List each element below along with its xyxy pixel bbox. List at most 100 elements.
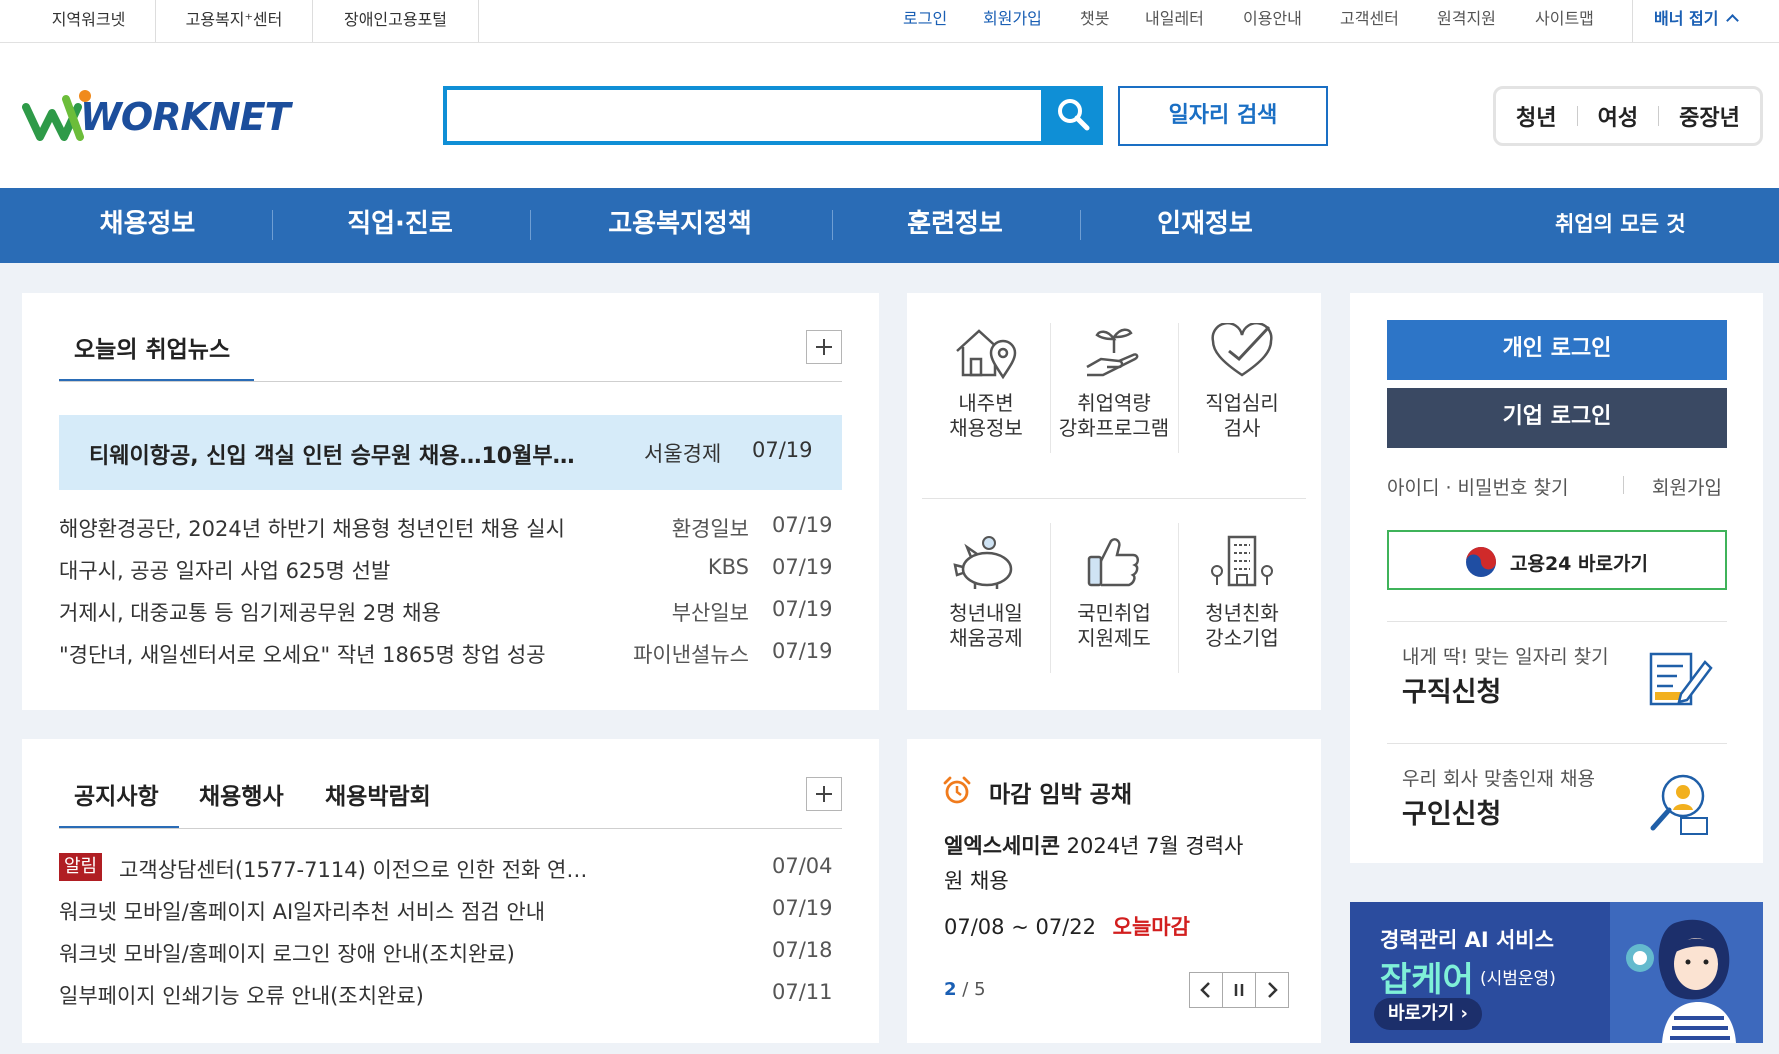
nav-all-jobs[interactable]: 취업의 모든 것	[1555, 188, 1686, 263]
news-date: 07/19	[772, 639, 833, 663]
quick-link-label: 청년친화 강소기업	[1205, 601, 1279, 650]
tab-hiring-events[interactable]: 채용행사	[199, 777, 284, 811]
customer-center-link[interactable]: 고객센터	[1340, 0, 1399, 42]
tab-notice[interactable]: 공지사항	[74, 777, 159, 811]
quick-link-youth-friendly-company[interactable]: 청년친화 강소기업	[1178, 533, 1306, 673]
tab-job-fair[interactable]: 채용박람회	[325, 777, 431, 811]
nav-career[interactable]: 직업·진로	[290, 188, 510, 263]
news-title: 해양환경공단, 2024년 하반기 채용형 청년인턴 채용 실시	[59, 517, 565, 541]
news-date: 07/19	[772, 597, 833, 621]
job-offer-apply-link[interactable]: 우리 회사 맞춤인재 채용 구인신청	[1387, 760, 1727, 860]
banner-cta-button[interactable]: 바로가기 ›	[1374, 998, 1482, 1030]
banner-toggle-label: 배너 접기	[1654, 9, 1719, 28]
deadline-job-text: 엘엑스세미콘 2024년 7월 경력사 원 채용	[944, 829, 1284, 899]
remote-support-link[interactable]: 원격지원	[1437, 0, 1496, 42]
group-youth-link[interactable]: 청년	[1516, 100, 1556, 132]
notice-item[interactable]: 워크넷 모바일/홈페이지 AI일자리추천 서비스 점검 안내 07/19	[59, 896, 842, 928]
prev-button[interactable]	[1189, 972, 1223, 1008]
corporate-login-button[interactable]: 기업 로그인	[1387, 388, 1727, 448]
divider	[1576, 106, 1578, 126]
signup-link-panel[interactable]: 회원가입	[1652, 473, 1722, 500]
quick-link-label: 청년내일 채움공제	[949, 601, 1023, 650]
featured-news-item[interactable]: 티웨이항공, 신입 객실 인턴 승무원 채용…10월부… 서울경제 07/19	[59, 415, 842, 490]
chevron-left-icon	[1200, 982, 1210, 998]
login-link[interactable]: 로그인	[903, 0, 947, 42]
news-source: 환경일보	[671, 517, 749, 541]
quick-link-label: 직업심리 검사	[1205, 391, 1279, 440]
news-item[interactable]: 거제시, 대중교통 등 임기제공무원 2명 채용 부산일보 07/19	[59, 597, 842, 627]
ai-jobcare-banner[interactable]: 경력관리 AI 서비스 잡케어 (시범운영) 바로가기 ›	[1350, 902, 1763, 1043]
signup-link[interactable]: 회원가입	[983, 0, 1042, 42]
chevron-right-icon	[1268, 982, 1278, 998]
deadline-title: 마감 임박 공채	[989, 782, 1132, 808]
quick-link-aptitude-test[interactable]: 직업심리 검사	[1178, 323, 1306, 463]
news-tab[interactable]: 오늘의 취업뉴스	[74, 330, 230, 364]
thumbs-up-icon	[1087, 538, 1139, 587]
notice-title: 일부페이지 인쇄기능 오류 안내(조치완료)	[59, 984, 424, 1008]
chevron-up-icon	[1726, 14, 1740, 27]
news-title: "경단녀, 새일센터서로 오세요" 작년 1865명 창업 성공	[59, 643, 546, 667]
banner-cta-label: 바로가기	[1388, 1003, 1455, 1024]
banner-toggle-button[interactable]: 배너 접기	[1632, 0, 1778, 42]
deadline-status: 오늘마감	[1112, 915, 1190, 939]
job-search-button[interactable]: 일자리 검색	[1118, 86, 1328, 146]
nav-welfare-policy[interactable]: 고용복지정책	[560, 188, 800, 263]
site-link-disabled-employment[interactable]: 장애인고용포털	[313, 0, 479, 42]
divider	[1658, 106, 1660, 126]
chatbot-link[interactable]: 챗봇	[1080, 0, 1109, 42]
login-panel: 개인 로그인 기업 로그인 아이디 · 비밀번호 찾기 회원가입 고용24 바로…	[1350, 293, 1763, 863]
nav-divider	[832, 210, 833, 240]
news-item[interactable]: "경단녀, 새일센터서로 오세요" 작년 1865명 창업 성공 파이낸셜뉴스 …	[59, 639, 842, 669]
divider	[1387, 621, 1727, 622]
notice-more-button[interactable]	[806, 777, 842, 811]
job-seek-apply-link[interactable]: 내게 딱! 맞는 일자리 찾기 구직신청	[1387, 638, 1727, 738]
search-icon	[1058, 99, 1090, 131]
nav-recruitment-info[interactable]: 채용정보	[40, 188, 255, 263]
next-button[interactable]	[1255, 972, 1289, 1008]
news-source: 부산일보	[671, 601, 749, 625]
sitemap-link[interactable]: 사이트맵	[1535, 0, 1594, 42]
quick-link-national-employment[interactable]: 국민취업 지원제도	[1050, 533, 1178, 673]
notice-date: 07/19	[772, 896, 833, 920]
banner-brand: 잡케어	[1380, 960, 1474, 1000]
group-women-link[interactable]: 여성	[1598, 100, 1638, 132]
goyong24-shortcut-button[interactable]: 고용24 바로가기	[1387, 530, 1727, 590]
banner-note: (시범운영)	[1480, 969, 1556, 989]
news-more-button[interactable]	[806, 330, 842, 364]
nav-talent-info[interactable]: 인재정보	[1105, 188, 1305, 263]
find-id-password-link[interactable]: 아이디 · 비밀번호 찾기	[1387, 473, 1568, 500]
personal-login-button[interactable]: 개인 로그인	[1387, 320, 1727, 380]
newsletter-link[interactable]: 내일레터	[1145, 0, 1204, 42]
notice-title: 워크넷 모바일/홈페이지 AI일자리추천 서비스 점검 안내	[59, 900, 546, 924]
deadline-job-title-2: 원 채용	[944, 869, 1009, 893]
notice-item[interactable]: 워크넷 모바일/홈페이지 로그인 장애 안내(조치완료) 07/18	[59, 938, 842, 970]
deadline-panel: 마감 임박 공채 엘엑스세미콘 2024년 7월 경력사 원 채용 07/08 ~…	[907, 739, 1321, 1043]
quick-link-youth-savings[interactable]: 청년내일 채움공제	[922, 533, 1050, 673]
target-group-nav: 청년 여성 중장년	[1493, 86, 1763, 146]
quick-link-nearby-jobs[interactable]: 내주변 채용정보	[922, 323, 1050, 463]
banner-line1: 경력관리 AI 서비스	[1380, 928, 1554, 952]
group-middle-aged-link[interactable]: 중장년	[1679, 100, 1740, 132]
guide-link[interactable]: 이용안내	[1243, 0, 1302, 42]
news-title: 대구시, 공공 일자리 사업 625명 선발	[59, 559, 391, 583]
notice-item[interactable]: 알림 고객상담센터(1577-7114) 이전으로 인한 전화 연… 07/04	[59, 852, 842, 884]
search-button[interactable]	[1045, 86, 1103, 145]
search-input[interactable]	[447, 90, 1041, 141]
site-link-local-worknet[interactable]: 지역워크넷	[22, 0, 156, 42]
deadline-job-item[interactable]: 엘엑스세미콘 2024년 7월 경력사 원 채용 07/08 ~ 07/22 오늘…	[944, 829, 1284, 941]
site-link-employment-center[interactable]: 고용복지⁺센터	[156, 0, 313, 42]
goyong24-label: 고용24 바로가기	[1510, 553, 1648, 575]
notice-panel: 공지사항 채용행사 채용박람회 알림 고객상담센터(1577-7114) 이전으…	[22, 739, 879, 1043]
news-item[interactable]: 해양환경공단, 2024년 하반기 채용형 청년인턴 채용 실시 환경일보 07…	[59, 513, 842, 543]
quick-link-competency-program[interactable]: 취업역량 강화프로그램	[1050, 323, 1178, 463]
piggy-bank-icon	[953, 536, 1013, 589]
worknet-logo[interactable]: WORKNET	[22, 87, 291, 145]
alert-badge: 알림	[59, 853, 103, 881]
pause-button[interactable]	[1222, 972, 1256, 1008]
search-box	[443, 86, 1045, 145]
nav-training-info[interactable]: 훈련정보	[855, 188, 1055, 263]
notice-item[interactable]: 일부페이지 인쇄기능 오류 안내(조치완료) 07/11	[59, 980, 842, 1012]
news-item[interactable]: 대구시, 공공 일자리 사업 625명 선발 KBS 07/19	[59, 555, 842, 585]
quick-link-label: 취업역량 강화프로그램	[1058, 391, 1170, 440]
header: WORKNET 일자리 검색 청년 여성 중장년	[0, 43, 1779, 188]
